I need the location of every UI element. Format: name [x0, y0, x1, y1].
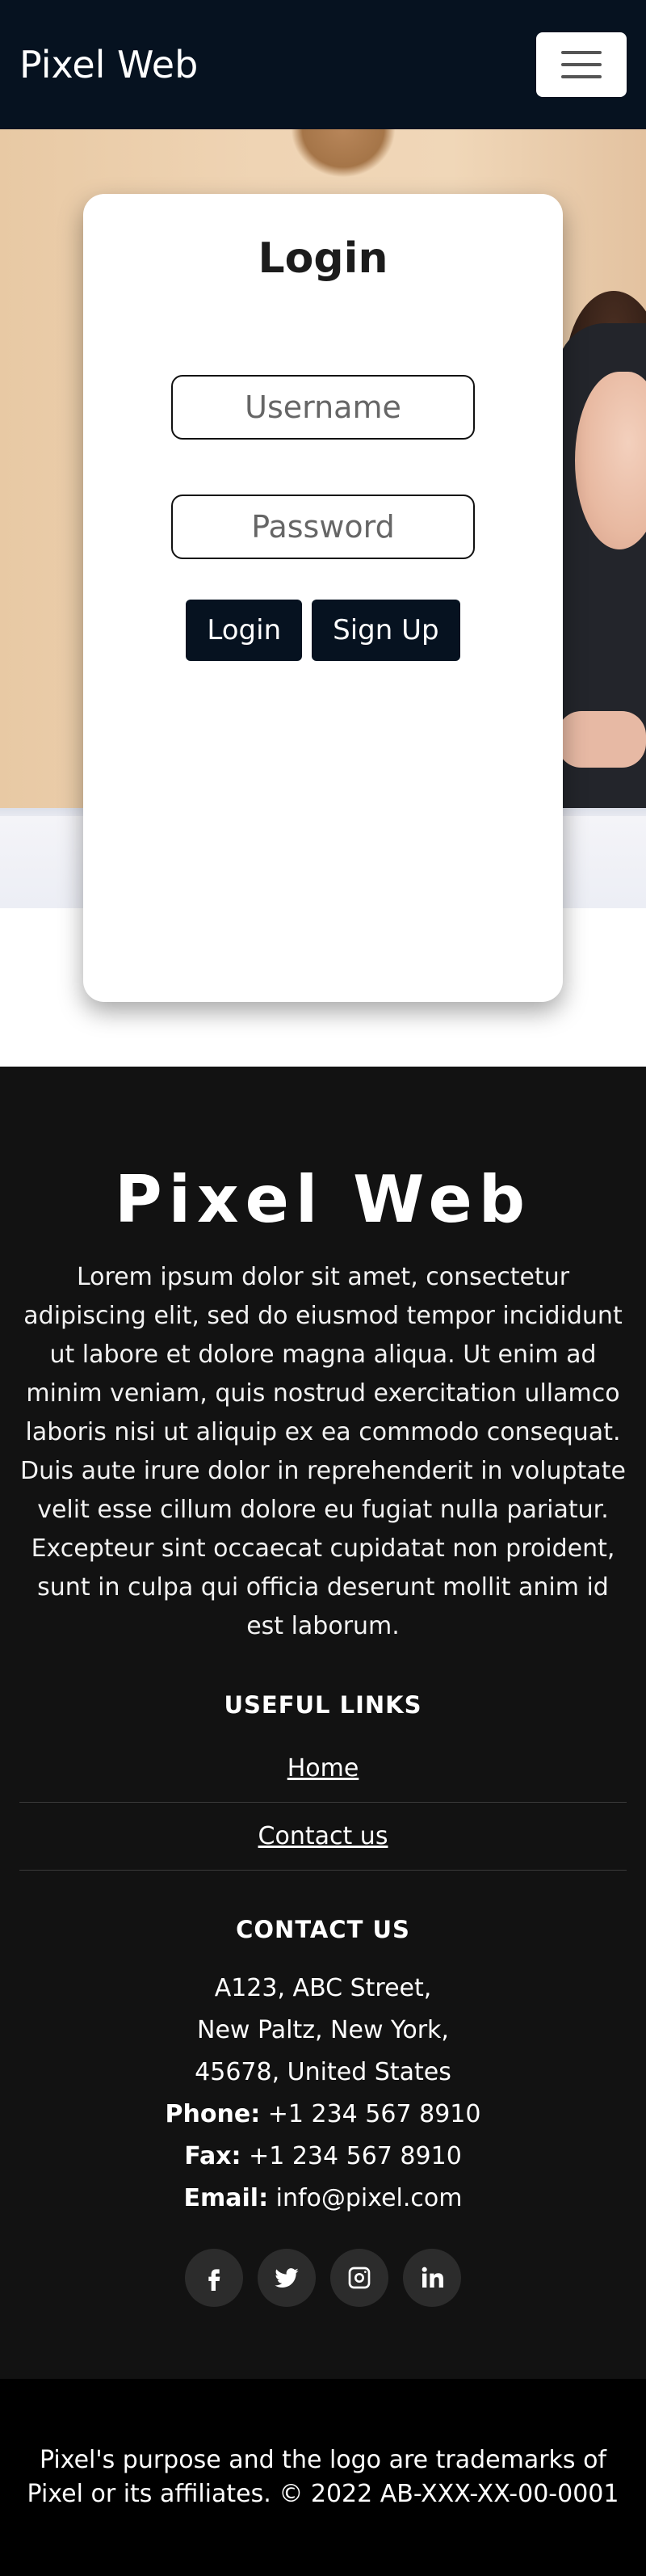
fax-line: Fax: +1 234 567 8910 — [19, 2136, 627, 2178]
instagram-icon[interactable] — [330, 2249, 388, 2307]
navbar-brand[interactable]: Pixel Web — [19, 43, 198, 86]
login-button-row: Login Sign Up — [186, 600, 460, 661]
login-title: Login — [258, 234, 388, 283]
linkedin-icon[interactable] — [403, 2249, 461, 2307]
fax-value: +1 234 567 8910 — [249, 2142, 462, 2170]
social-links — [19, 2249, 627, 2307]
hamburger-line — [561, 51, 602, 54]
list-item: Home — [19, 1735, 627, 1803]
twitter-icon[interactable] — [258, 2249, 316, 2307]
hamburger-line — [561, 63, 602, 66]
phone-value: +1 234 567 8910 — [267, 2100, 481, 2128]
list-item: Contact us — [19, 1803, 627, 1871]
address-line: A123, ABC Street, — [214, 1974, 432, 2002]
phone-label: Phone: — [165, 2100, 261, 2128]
hamburger-line — [561, 75, 602, 78]
email-label: Email: — [183, 2184, 269, 2212]
contact-us-link[interactable]: Contact us — [258, 1822, 388, 1850]
fax-label: Fax: — [184, 2142, 241, 2170]
hero-person-right-hand — [557, 711, 646, 768]
contact-details: A123, ABC Street, New Paltz, New York, 4… — [19, 1968, 627, 2220]
copyright-bar: Pixel's purpose and the logo are tradema… — [0, 2379, 646, 2576]
email-value: info@pixel.com — [275, 2184, 463, 2212]
hamburger-menu-icon[interactable] — [536, 32, 627, 97]
home-link[interactable]: Home — [287, 1754, 359, 1783]
login-button[interactable]: Login — [186, 600, 303, 661]
footer-brand: Pixel Web — [114, 1162, 532, 1237]
navbar: Pixel Web — [0, 0, 646, 129]
username-input[interactable] — [171, 375, 475, 440]
phone-line: Phone: +1 234 567 8910 — [19, 2094, 627, 2136]
signup-button[interactable]: Sign Up — [312, 600, 460, 661]
email-line: Email: info@pixel.com — [19, 2178, 627, 2220]
useful-links-list: Home Contact us — [19, 1735, 627, 1871]
hero-person-hair — [291, 129, 396, 178]
useful-links-title: USEFUL LINKS — [224, 1691, 422, 1719]
contact-us-title: CONTACT US — [236, 1916, 410, 1943]
copyright-text: Pixel's purpose and the logo are tradema… — [27, 2446, 619, 2508]
login-card: Login Login Sign Up — [83, 194, 563, 1002]
footer-description: Lorem ipsum dolor sit amet, consectetur … — [20, 1263, 626, 1640]
address-line: 45678, United States — [195, 2058, 451, 2086]
footer: Pixel Web Lorem ipsum dolor sit amet, co… — [0, 1067, 646, 2379]
facebook-icon[interactable] — [185, 2249, 243, 2307]
address-line: New Paltz, New York, — [197, 2016, 449, 2044]
password-input[interactable] — [171, 495, 475, 559]
